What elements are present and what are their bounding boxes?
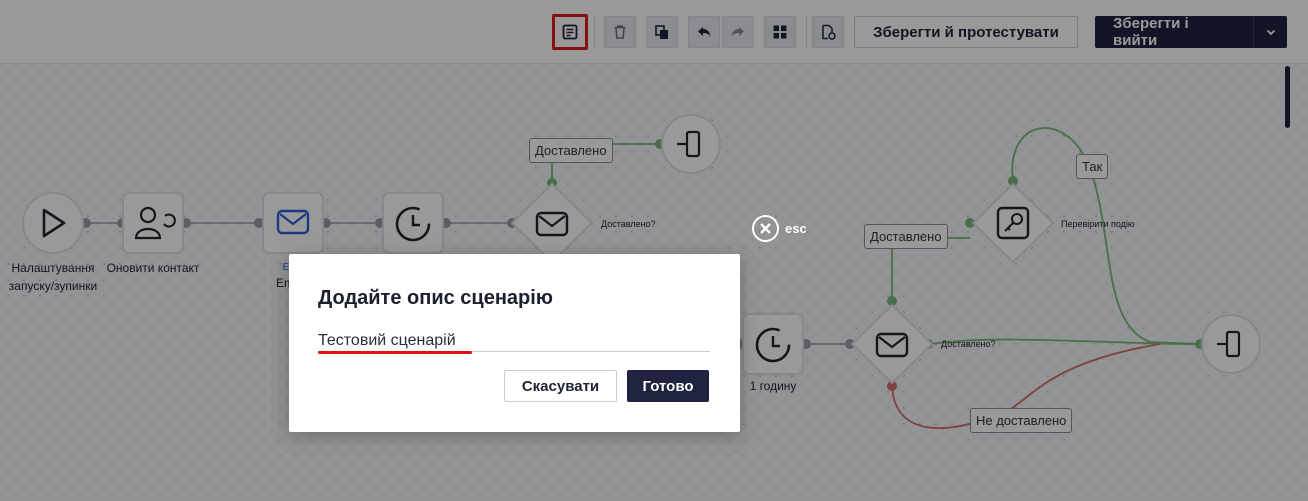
description-modal: Додайте опис сценарію Скасувати Готово: [289, 254, 740, 432]
done-button[interactable]: Готово: [627, 370, 709, 402]
input-highlight-underline: [318, 351, 472, 354]
close-esc-hint[interactable]: esc: [752, 215, 807, 242]
esc-label: esc: [785, 221, 807, 236]
modal-title: Додайте опис сценарію: [318, 287, 553, 309]
description-input[interactable]: [318, 330, 710, 352]
close-icon[interactable]: [752, 215, 779, 242]
cancel-button[interactable]: Скасувати: [504, 370, 617, 402]
